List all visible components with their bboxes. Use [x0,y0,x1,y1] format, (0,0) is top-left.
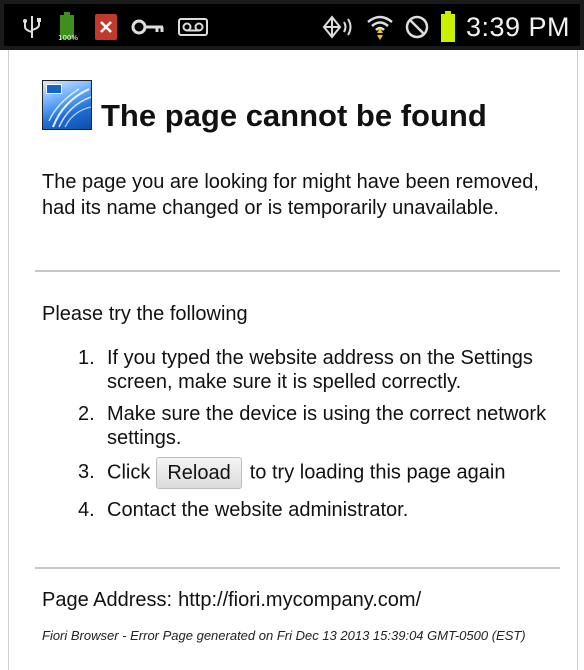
no-disturb-icon [404,14,430,40]
close-notification-icon [94,13,118,41]
reload-suffix: to try loading this page again [249,461,506,484]
address-value: http://fiori.mycompany.com/ [178,589,422,611]
key-icon [131,17,165,37]
notification-icons: 100% [22,12,208,42]
fiori-leaf-icon [48,88,91,128]
list-number: 4. [78,499,95,521]
battery-percent-label: 100% [58,34,78,42]
page-address: Page Address: http://fiori.mycompany.com/ [42,589,421,612]
click-label: Click [107,461,151,484]
clock: 3:39 PM [465,11,570,42]
reload-button[interactable]: Reload [156,457,242,489]
list-text: Make sure the device is using the correc… [107,403,547,449]
system-icons: 3:39 PM [322,11,570,43]
divider-bottom [35,567,560,569]
status-bar: 100% 3:39 PM [0,0,584,50]
usb-icon [22,14,42,40]
error-footer: Fiori Browser - Error Page generated on … [42,628,526,643]
list-number: 3. [78,461,95,483]
address-label: Page Address: [42,589,173,611]
divider-top [35,270,560,272]
try-heading: Please try the following [42,303,248,325]
page-title: The page cannot be found [101,98,487,133]
nfc-icon [322,15,356,39]
list-text: Contact the website administrator. [107,499,409,521]
list-number: 2. [78,403,95,425]
list-text: If you typed the website address on the … [107,347,533,393]
sap-fiori-logo [42,80,92,130]
voicemail-icon [178,17,208,37]
list-number: 1. [78,347,95,369]
battery-full-icon: 100% [55,12,81,42]
error-description: The page you are looking for might have … [42,171,539,219]
wifi-icon [366,13,394,41]
battery-icon [440,11,456,43]
